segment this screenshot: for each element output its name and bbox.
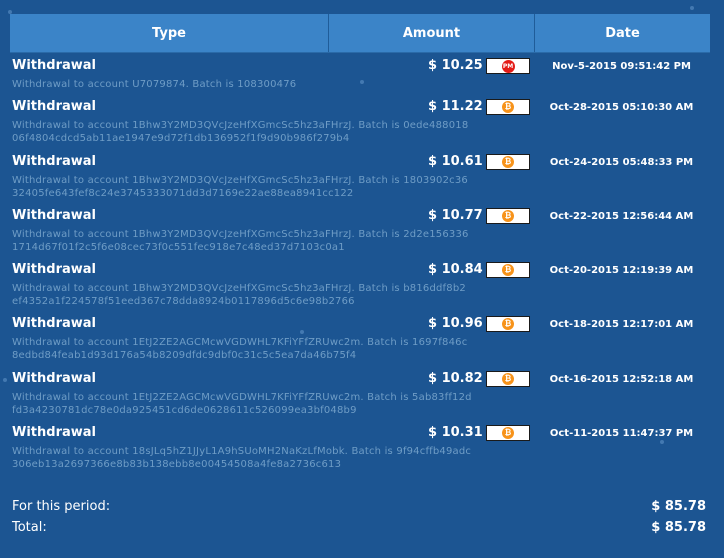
transaction-description: Withdrawal to account 1EtJ2ZE2AGCMcwVGDW… (12, 337, 468, 361)
header-amount: Amount (329, 14, 535, 52)
payment-system-badge: ₿ (486, 262, 530, 278)
header-date: Date (605, 25, 640, 41)
transaction-row: Withdrawal Withdrawal to account 1EtJ2ZE2… (0, 316, 724, 370)
transaction-amount: $ 10.77 (428, 208, 483, 223)
transaction-date: Oct-11-2015 11:47:37 PM (549, 428, 694, 439)
transaction-type: Withdrawal (12, 154, 96, 169)
transaction-description: Withdrawal to account 1Bhw3Y2MD3QVcJzeHf… (12, 229, 469, 253)
bitcoin-icon: ₿ (502, 210, 514, 222)
bitcoin-icon: ₿ (502, 156, 514, 168)
transaction-row: Withdrawal Withdrawal to account 1Bhw3Y2M… (0, 154, 724, 208)
transaction-amount: $ 10.61 (428, 154, 483, 169)
transaction-description: Withdrawal to account 1Bhw3Y2MD3QVcJzeHf… (12, 120, 469, 144)
background-bubble (690, 6, 694, 10)
transaction-type: Withdrawal (12, 208, 96, 223)
total-label: Total: (12, 520, 47, 535)
transaction-date: Oct-18-2015 12:17:01 AM (549, 319, 694, 330)
transaction-type: Withdrawal (12, 58, 96, 73)
period-label: For this period: (12, 499, 111, 514)
table-header: Type Amount Date (10, 14, 710, 53)
payment-system-badge: ₿ (486, 425, 530, 441)
payment-system-badge: ₿ (486, 208, 530, 224)
payment-system-badge: ₿ (486, 99, 530, 115)
transaction-description: Withdrawal to account 1EtJ2ZE2AGCMcwVGDW… (12, 392, 472, 416)
transaction-row: Withdrawal Withdrawal to account 1Bhw3Y2M… (0, 208, 724, 262)
bitcoin-icon: ₿ (502, 318, 514, 330)
transaction-type: Withdrawal (12, 99, 96, 114)
transaction-type: Withdrawal (12, 316, 96, 331)
pm-icon: PM (501, 59, 515, 73)
bitcoin-icon: ₿ (502, 427, 514, 439)
transaction-date: Oct-16-2015 12:52:18 AM (549, 374, 694, 385)
bitcoin-icon: ₿ (502, 373, 514, 385)
transaction-amount: $ 11.22 (428, 99, 483, 114)
transaction-description: Withdrawal to account 1Bhw3Y2MD3QVcJzeHf… (12, 175, 468, 199)
transaction-amount: $ 10.31 (428, 425, 483, 440)
transaction-row: Withdrawal Withdrawal to account 1Bhw3Y2M… (0, 262, 724, 316)
bitcoin-icon: ₿ (502, 264, 514, 276)
transaction-type: Withdrawal (12, 371, 96, 386)
transaction-amount: $ 10.25 (428, 58, 483, 73)
transaction-row: Withdrawal Withdrawal to account 1Bhw3Y2M… (0, 99, 724, 153)
transaction-description: Withdrawal to account 1Bhw3Y2MD3QVcJzeHf… (12, 283, 466, 307)
bitcoin-icon: ₿ (502, 101, 514, 113)
transaction-row: Withdrawal Withdrawal to account 1EtJ2ZE2… (0, 371, 724, 425)
transaction-row: Withdrawal Withdrawal to account 18sJLq5h… (0, 425, 724, 479)
transaction-date: Oct-22-2015 12:56:44 AM (549, 211, 694, 222)
payment-system-badge: ₿ (486, 316, 530, 332)
payment-system-badge: PM (486, 58, 530, 74)
transaction-date: Nov-5-2015 09:51:42 PM (552, 61, 691, 72)
transaction-amount: $ 10.96 (428, 316, 483, 331)
payment-system-badge: ₿ (486, 371, 530, 387)
payment-system-badge: ₿ (486, 154, 530, 170)
period-value: $ 85.78 (651, 499, 706, 514)
transaction-date: Oct-20-2015 12:19:39 AM (549, 265, 694, 276)
transaction-description: Withdrawal to account U7079874. Batch is… (12, 79, 297, 90)
transaction-date: Oct-24-2015 05:48:33 PM (549, 157, 694, 168)
transaction-description: Withdrawal to account 18sJLq5hZ1JJyL1A9h… (12, 446, 472, 470)
transaction-type: Withdrawal (12, 425, 96, 440)
transaction-amount: $ 10.84 (428, 262, 483, 277)
transaction-date: Oct-28-2015 05:10:30 AM (549, 102, 694, 113)
transaction-type: Withdrawal (12, 262, 96, 277)
header-type: Type (10, 14, 329, 52)
transaction-amount: $ 10.82 (428, 371, 483, 386)
total-value: $ 85.78 (651, 520, 706, 535)
